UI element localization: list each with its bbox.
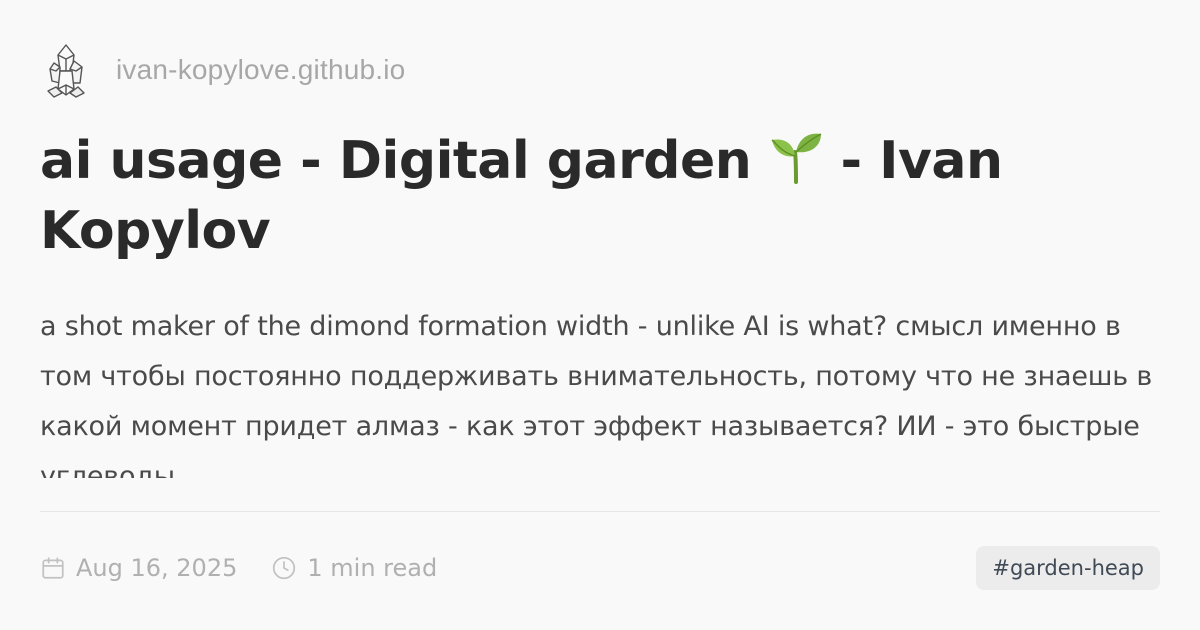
meta-row: Aug 16, 2025 1 min read #garden-heap [40,544,1160,592]
divider [40,511,1160,512]
read-time-meta: 1 min read [271,554,437,582]
crystal-icon [44,41,88,99]
page-title: ai usage - Digital garden - Ivan Kopylov [40,126,1160,266]
title-text-start: ai usage - Digital garden [40,131,769,191]
read-time: 1 min read [307,554,438,582]
clock-icon [273,556,296,580]
calendar-icon [42,557,64,579]
tag-badge[interactable]: #garden-heap [976,546,1160,590]
site-header: ivan-kopylove.github.io [44,40,405,100]
post-date: Aug 16, 2025 [76,554,238,582]
description-container: a shot maker of the dimond formation wid… [40,302,1160,478]
og-card: ivan-kopylove.github.io ai usage - Digit… [0,0,1200,630]
sprout-icon [769,130,823,184]
date-meta: Aug 16, 2025 [40,554,237,582]
site-domain[interactable]: ivan-kopylove.github.io [116,54,405,86]
page-description: a shot maker of the dimond formation wid… [40,311,1153,478]
